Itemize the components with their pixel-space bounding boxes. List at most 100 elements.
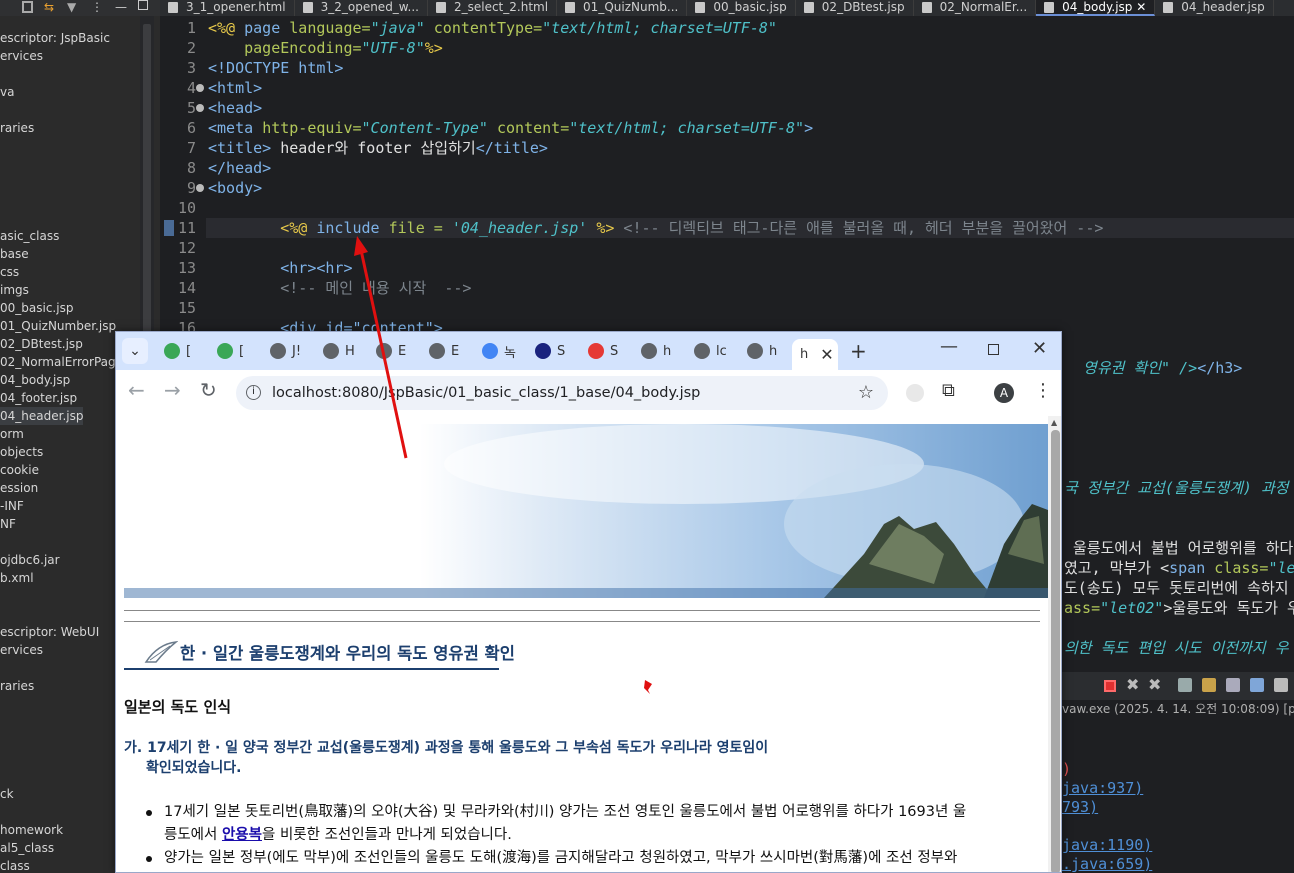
window-maximize-icon[interactable] (988, 344, 999, 355)
tree-item[interactable]: 04_body.jsp (0, 371, 70, 389)
tree-item[interactable]: va (0, 83, 14, 101)
code-line: <title> header와 footer 삽입하기</title> (208, 139, 548, 157)
tab-search-button[interactable]: ⌄ (122, 338, 148, 364)
tree-item[interactable]: NF (0, 515, 16, 533)
browser-tab[interactable]: E (370, 339, 422, 363)
tree-item[interactable]: ojdbc6.jar (0, 551, 60, 569)
editor-tab[interactable]: 04_header.jsp (1155, 0, 1274, 16)
tree-item[interactable]: -INF (0, 497, 24, 515)
tree-item[interactable]: raries (0, 119, 34, 137)
filter-icon[interactable]: ▼ (67, 0, 76, 14)
tree-item[interactable]: css (0, 263, 19, 281)
minimize-icon[interactable]: — (115, 0, 127, 14)
address-bar[interactable]: i localhost:8080/JspBasic/01_basic_class… (236, 376, 888, 410)
browser-tab[interactable]: h (741, 339, 793, 363)
tree-item[interactable]: cookie (0, 461, 39, 479)
page-scrollbar[interactable]: ▲ (1048, 416, 1061, 872)
close-tab-icon[interactable]: ✕ (1132, 0, 1146, 14)
tree-item[interactable]: objects (0, 443, 43, 461)
editor-tab[interactable]: 01_QuizNumb... (557, 0, 688, 16)
editor-tab[interactable]: 02_DBtest.jsp (796, 0, 914, 16)
tree-item[interactable]: b.xml (0, 569, 34, 587)
browser-tab[interactable]: [ (158, 339, 210, 363)
tree-item[interactable]: al5_class (0, 839, 54, 857)
tree-item[interactable]: orm (0, 425, 24, 443)
remove-launch-icon[interactable]: ✖ (1126, 675, 1139, 694)
tree-item[interactable]: escriptor: WebUI (0, 623, 99, 641)
maximize-icon[interactable] (138, 0, 148, 10)
tree-item[interactable]: ession (0, 479, 38, 497)
editor-tab[interactable]: 3_2_opened_w... (295, 0, 428, 16)
browser-tab[interactable]: H (317, 339, 369, 363)
tree-item[interactable]: 04_header.jsp (0, 407, 84, 425)
profile-avatar[interactable]: A (994, 383, 1014, 403)
fold-marker-icon[interactable] (196, 84, 204, 92)
tree-item[interactable]: 01_QuizNumber.jsp (0, 317, 116, 335)
subheading: 가. 17세기 한 · 일 양국 정부간 교섭(울릉도쟁계) 과정을 통해 울릉… (124, 740, 769, 776)
back-arrow-icon[interactable]: ← (128, 378, 145, 402)
code-line: <html> (208, 79, 263, 97)
tree-item[interactable]: escriptor: JspBasic (0, 29, 110, 47)
tree-item[interactable]: ervices (0, 641, 43, 659)
browser-tab-active[interactable]: h ✕ (792, 339, 838, 370)
console-line: java:1190) (1062, 836, 1153, 854)
fold-marker-icon[interactable] (196, 184, 204, 192)
browser-tab-label: E (451, 343, 460, 359)
browser-tab[interactable]: h (635, 339, 687, 363)
dokdo-island-icon (124, 424, 1048, 598)
new-tab-button[interactable]: + (850, 339, 867, 363)
site-info-icon[interactable]: i (246, 385, 261, 400)
tree-item[interactable]: 00_basic.jsp (0, 299, 73, 317)
remove-all-icon[interactable]: ✖ (1148, 675, 1161, 694)
editor-tab[interactable]: 02_NormalEr... (914, 0, 1037, 16)
favicon-icon (429, 343, 445, 359)
window-close-icon[interactable]: ✕ (1032, 338, 1047, 359)
code-line: <!-- 메인 내용 시작 --> (208, 279, 472, 297)
pin-console-icon[interactable] (1226, 678, 1240, 692)
open-console-icon[interactable] (1274, 678, 1288, 692)
tree-item[interactable]: homework (0, 821, 63, 839)
line-number: 9 (186, 179, 196, 197)
editor-tab[interactable]: 2_select_2.html (428, 0, 558, 16)
tree-item[interactable]: ervices (0, 47, 43, 65)
editor-tab[interactable]: 3_1_opener.html (160, 0, 295, 16)
tree-item[interactable]: 02_NormalErrorPage.j (0, 353, 130, 371)
forward-arrow-icon[interactable]: → (164, 378, 181, 402)
browser-tab[interactable]: E (423, 339, 475, 363)
tree-item[interactable]: base (0, 245, 29, 263)
collapse-all-icon[interactable] (22, 1, 33, 13)
browser-tab[interactable]: S (529, 339, 581, 363)
tree-item[interactable]: raries (0, 677, 34, 695)
browser-tab[interactable]: 녹 (476, 339, 528, 363)
bookmark-star-icon[interactable]: ☆ (858, 376, 874, 410)
view-menu-icon[interactable]: ⋮ (91, 0, 103, 14)
tree-item[interactable]: ck (0, 785, 14, 803)
extension-status-icon[interactable] (906, 384, 924, 402)
scroll-lock-icon[interactable] (1202, 678, 1216, 692)
tree-item[interactable]: 02_DBtest.jsp (0, 335, 83, 353)
anyongbok-link[interactable]: 안용복 (222, 827, 262, 843)
reload-icon[interactable]: ↻ (200, 378, 217, 402)
browser-tab[interactable]: [ (211, 339, 263, 363)
link-editor-icon[interactable]: ⇆ (44, 0, 54, 14)
close-tab-icon[interactable]: ✕ (820, 345, 833, 364)
fold-marker-icon[interactable] (196, 104, 204, 112)
editor-tab[interactable]: 04_body.jsp ✕ (1036, 0, 1156, 16)
extensions-puzzle-icon[interactable]: ⧉ (942, 380, 955, 401)
window-minimize-icon[interactable]: — (940, 336, 958, 357)
editor-tab[interactable]: 00_basic.jsp (687, 0, 796, 16)
browser-tab[interactable]: J! (264, 339, 316, 363)
clear-console-icon[interactable] (1178, 678, 1192, 692)
terminate-icon[interactable] (1104, 680, 1116, 692)
favicon-icon (164, 343, 180, 359)
browser-tab[interactable]: S (582, 339, 634, 363)
browser-tab-label: [ (239, 343, 245, 359)
browser-tab[interactable]: lc (688, 339, 740, 363)
tree-item[interactable]: asic_class (0, 227, 59, 245)
tree-item[interactable]: imgs (0, 281, 29, 299)
chrome-menu-icon[interactable]: ⋮ (1034, 380, 1052, 401)
tree-item[interactable]: class (0, 857, 30, 873)
page-heading: 한 · 일간 울릉도쟁계와 우리의 독도 영유권 확인 (180, 644, 515, 663)
display-console-icon[interactable] (1250, 678, 1264, 692)
tree-item[interactable]: 04_footer.jsp (0, 389, 77, 407)
